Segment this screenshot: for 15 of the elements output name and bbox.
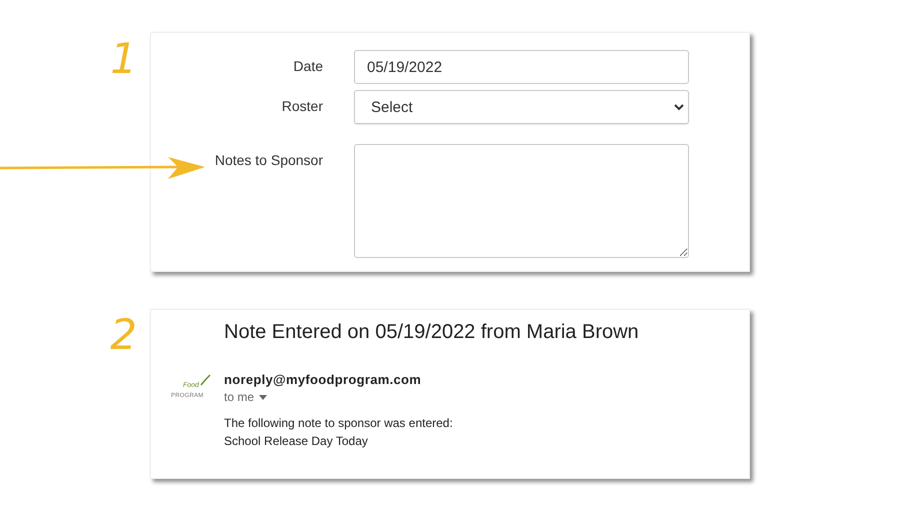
caret-icon [259, 394, 268, 400]
email-subject: Note Entered on 05/19/2022 from Maria Brown [224, 321, 640, 344]
recipient-toggle[interactable]: to me [224, 390, 453, 404]
field-label: Roster [280, 97, 323, 114]
email-body-line: The following note to sponsor was entered: [224, 416, 453, 430]
field-label: Notes to Sponsor [214, 151, 323, 168]
date-field[interactable]: 05/19/2022 [354, 50, 689, 84]
email-body-line: School Release Day Today [224, 434, 369, 448]
step-number: 1 [109, 33, 138, 80]
field-label: Date [292, 57, 323, 74]
notes-field[interactable] [354, 144, 689, 258]
chevron-down-icon [674, 104, 684, 110]
sender-address: noreply@myfoodprogram.com [224, 372, 422, 387]
step-number: 2 [109, 309, 138, 356]
roster-dropdown[interactable]: Select [354, 90, 689, 124]
